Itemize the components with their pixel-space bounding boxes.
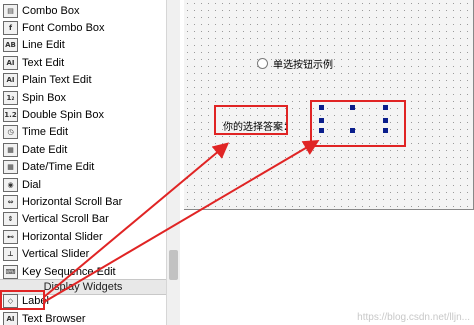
widget-box-item-double-spin-box[interactable]: 1.2 Double Spin Box xyxy=(0,106,166,123)
calendar-clock-icon: ▦ xyxy=(3,160,18,175)
widget-box-item-label: Line Edit xyxy=(22,39,65,52)
radio-button-label: 单选按钮示例 xyxy=(273,60,333,71)
text-browser-icon: AI xyxy=(3,311,18,325)
resize-handle-bottom-middle[interactable] xyxy=(350,128,355,133)
widget-box-item-time-edit[interactable]: ◷ Time Edit xyxy=(0,124,166,141)
widget-box-panel: ▤ Combo Box f Font Combo Box AB Line Edit AI Te… xyxy=(0,0,166,325)
text-edit-icon: AI xyxy=(3,55,18,70)
font-combo-box-icon: f xyxy=(3,20,18,35)
widget-box-item-label: Horizontal Scroll Bar xyxy=(22,195,123,208)
form-workspace: 单选按钮示例 你的选择答案： xyxy=(180,0,474,325)
plain-text-edit-icon: AI xyxy=(3,73,18,88)
widget-box-item-text-browser[interactable]: AI Text Browser xyxy=(0,310,166,325)
resize-handle-bottom-right[interactable] xyxy=(383,128,388,133)
widget-box-item-date-edit[interactable]: ▦ Date Edit xyxy=(0,141,166,158)
combo-box-icon: ▤ xyxy=(3,3,18,18)
widget-box-item-horizontal-slider[interactable]: ⊷ Horizontal Slider xyxy=(0,228,166,245)
widget-box-item-label: Text Browser xyxy=(22,312,86,325)
selected-label-widget[interactable] xyxy=(310,100,406,147)
widget-box-item-label: Dial xyxy=(22,178,41,191)
widget-box-item-date-time-edit[interactable]: ▦ Date/Time Edit xyxy=(0,159,166,176)
widget-box-item-label: Combo Box xyxy=(22,4,80,17)
widget-box-item-dial[interactable]: ◉ Dial xyxy=(0,176,166,193)
vertical-scrollbar-icon: ⇕ xyxy=(3,212,18,227)
key-sequence-icon: ⌨ xyxy=(3,264,18,279)
form-canvas[interactable]: 单选按钮示例 你的选择答案： xyxy=(184,0,474,210)
radio-button[interactable]: 单选按钮示例 xyxy=(257,56,333,71)
answer-label[interactable]: 你的选择答案： xyxy=(223,118,293,133)
widget-box-item-label[interactable]: ◇ Label xyxy=(0,292,166,309)
label-icon: ◇ xyxy=(3,293,18,308)
widget-box-item-label: Text Edit xyxy=(22,56,65,69)
dial-icon: ◉ xyxy=(3,177,18,192)
widget-box-item-label: Date/Time Edit xyxy=(22,161,95,174)
horizontal-scrollbar-icon: ⇔ xyxy=(3,194,18,209)
resize-handle-top-left[interactable] xyxy=(319,105,324,110)
resize-handle-bottom-left[interactable] xyxy=(319,128,324,133)
widget-box-item-label: Date Edit xyxy=(22,143,68,156)
widget-box-item-text-edit[interactable]: AI Text Edit xyxy=(0,54,166,71)
widget-box-item-key-sequence-edit[interactable]: ⌨ Key Sequence Edit xyxy=(0,263,166,280)
widget-box-item-plain-text-edit[interactable]: AI Plain Text Edit xyxy=(0,72,166,89)
resize-handle-middle-left[interactable] xyxy=(319,118,324,123)
widget-box-item-label: Font Combo Box xyxy=(22,21,105,34)
watermark: https://blog.csdn.net/lljn... xyxy=(357,312,470,323)
widget-box-item-line-edit[interactable]: AB Line Edit xyxy=(0,37,166,54)
vertical-slider-icon: ⊥ xyxy=(3,247,18,262)
calendar-icon: ▦ xyxy=(3,142,18,157)
widget-box-item-combo-box[interactable]: ▤ Combo Box xyxy=(0,2,166,19)
widget-box-item-label: Label xyxy=(22,294,49,307)
widget-box-item-label: Plain Text Edit xyxy=(22,74,92,87)
widget-box-item-label: Key Sequence Edit xyxy=(22,265,116,278)
resize-handle-top-middle[interactable] xyxy=(350,105,355,110)
resize-handle-middle-right[interactable] xyxy=(383,118,388,123)
horizontal-slider-icon: ⊷ xyxy=(3,229,18,244)
widget-box-scrollbar[interactable] xyxy=(166,0,180,325)
clock-icon: ◷ xyxy=(3,125,18,140)
widget-box-item-label: Horizontal Slider xyxy=(22,230,103,243)
widget-box-item-vertical-scroll-bar[interactable]: ⇕ Vertical Scroll Bar xyxy=(0,211,166,228)
widget-box-item-spin-box[interactable]: 1₂ Spin Box xyxy=(0,89,166,106)
widget-box-item-label: Spin Box xyxy=(22,91,67,104)
scrollbar-thumb[interactable] xyxy=(169,250,178,280)
resize-handle-top-right[interactable] xyxy=(383,105,388,110)
widget-box-item-label: Double Spin Box xyxy=(22,108,104,121)
widget-box-item-label: Vertical Scroll Bar xyxy=(22,213,109,226)
spin-box-icon: 1₂ xyxy=(3,90,18,105)
widget-box-item-font-combo-box[interactable]: f Font Combo Box xyxy=(0,19,166,36)
radio-circle-icon[interactable] xyxy=(257,58,268,69)
widget-box-item-vertical-slider[interactable]: ⊥ Vertical Slider xyxy=(0,246,166,263)
widget-box-item-label: Time Edit xyxy=(22,126,69,139)
widget-box-item-horizontal-scroll-bar[interactable]: ⇔ Horizontal Scroll Bar xyxy=(0,193,166,210)
line-edit-icon: AB xyxy=(3,38,18,53)
widget-box-item-label: Vertical Slider xyxy=(22,248,90,261)
double-spin-box-icon: 1.2 xyxy=(3,107,18,122)
